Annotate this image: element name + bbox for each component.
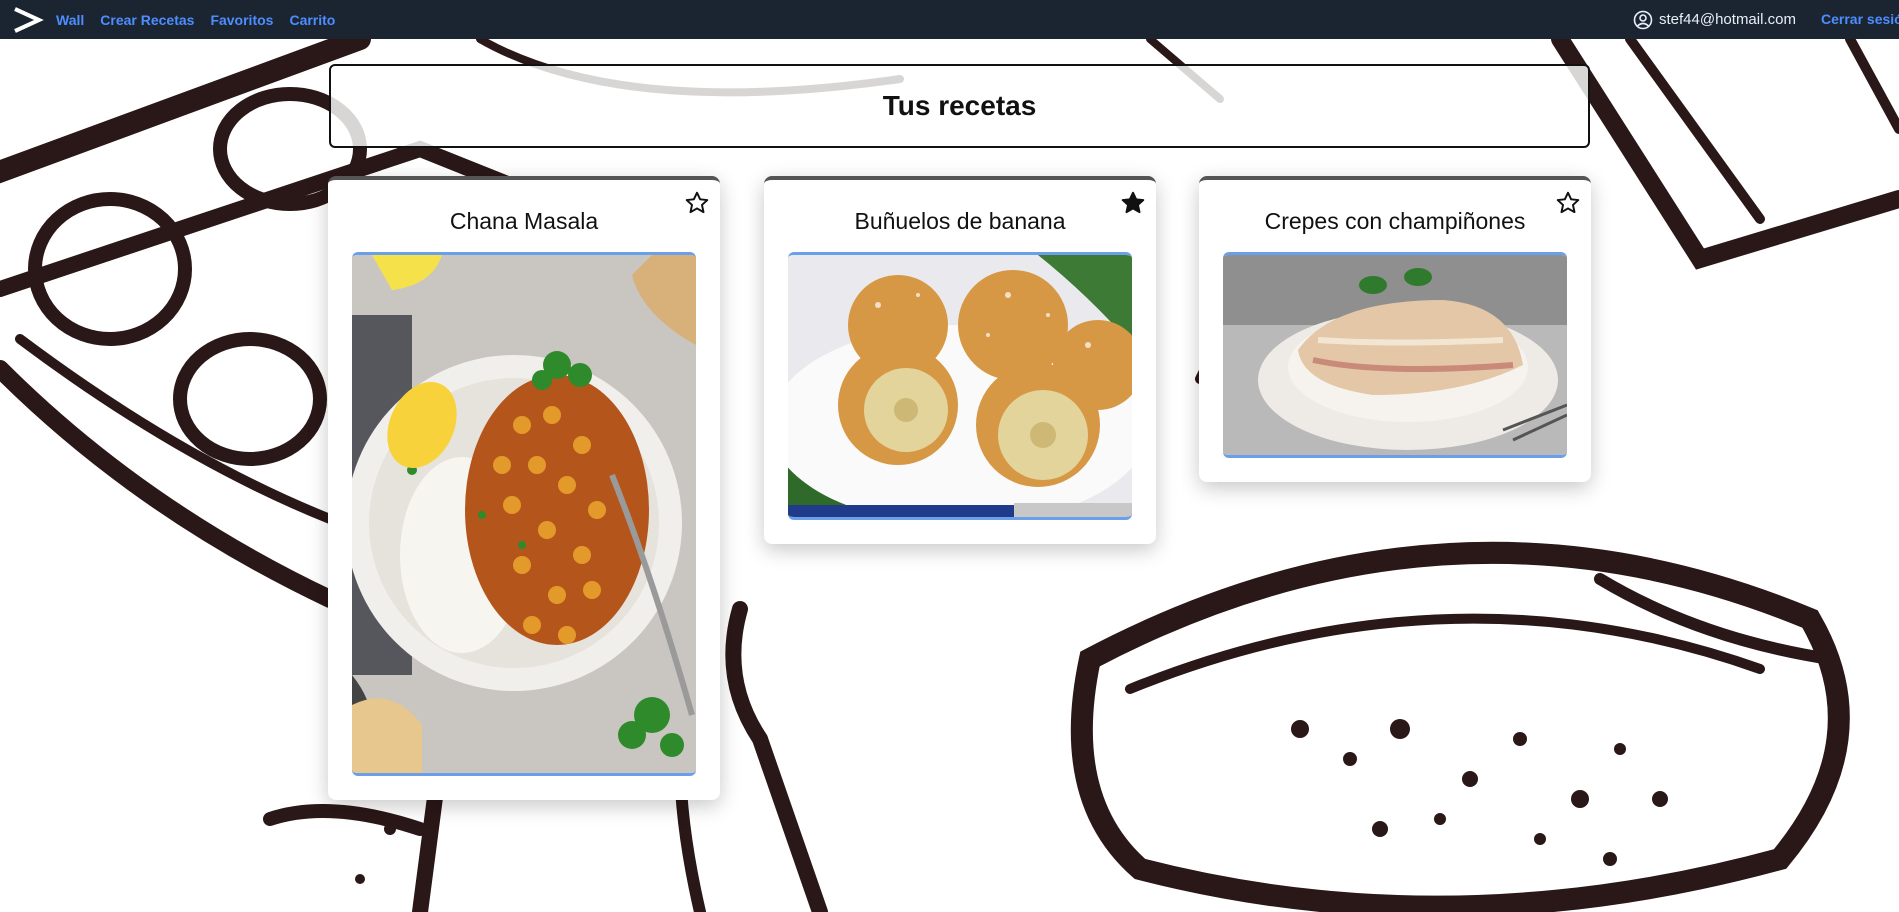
logout-link[interactable]: Cerrar sesión [1821, 0, 1899, 39]
recipe-image[interactable] [352, 252, 696, 776]
page-title: Tus recetas [882, 90, 1037, 121]
page-title-box: Tus recetas [329, 64, 1590, 148]
bunuelos-photo [788, 255, 1132, 517]
user-circle-icon [1633, 10, 1653, 29]
crepes-photo [1223, 255, 1567, 455]
recipe-title: Crepes con champiñones [1264, 208, 1526, 234]
recipe-title: Chana Masala [449, 208, 599, 234]
top-navbar: Wall Crear Recetas Favoritos Carrito ste… [0, 0, 1899, 39]
chevron-right-logo-icon[interactable] [12, 6, 44, 34]
nav-links: Wall Crear Recetas Favoritos Carrito [56, 0, 335, 39]
nav-link-wall[interactable]: Wall [56, 12, 84, 28]
recipe-card[interactable]: Crepes con champiñones [1199, 176, 1591, 482]
nav-link-carrito[interactable]: Carrito [289, 12, 335, 28]
user-email: stef44@hotmail.com [1659, 11, 1796, 28]
recipe-image[interactable] [1223, 252, 1567, 458]
user-info: stef44@hotmail.com [1633, 0, 1796, 39]
recipe-card[interactable]: Chana Masala [328, 176, 720, 800]
nav-link-favoritos[interactable]: Favoritos [210, 12, 273, 28]
chana-masala-photo [352, 255, 696, 773]
recipe-image[interactable] [788, 252, 1132, 520]
nav-link-crear-recetas[interactable]: Crear Recetas [100, 12, 194, 28]
recipe-title: Buñuelos de banana [854, 208, 1066, 234]
recipe-card[interactable]: Buñuelos de banana [764, 176, 1156, 544]
